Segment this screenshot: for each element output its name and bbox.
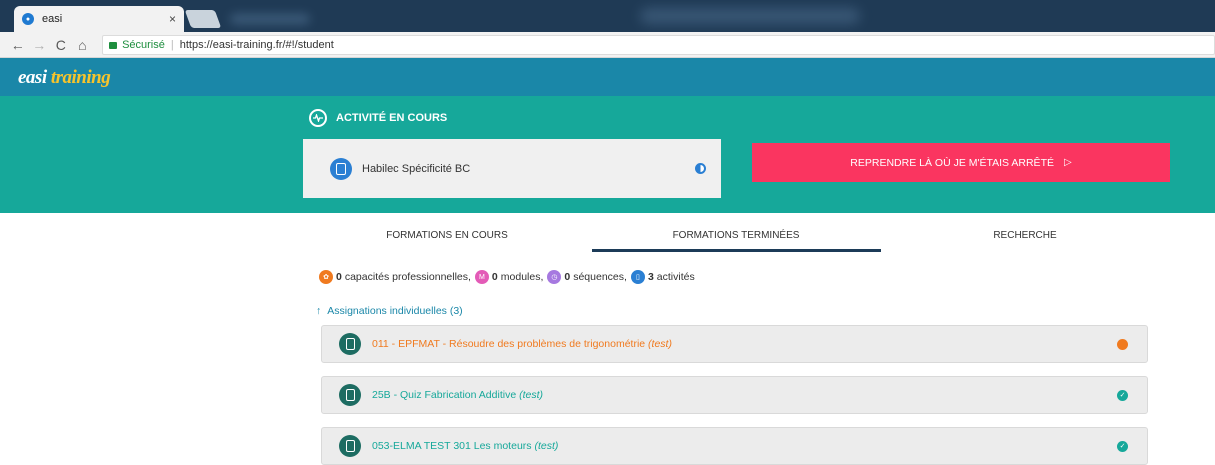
resume-button[interactable]: REPRENDRE LÀ OÙ JE M'ÉTAIS ARRÊTÉ ▷: [752, 143, 1170, 182]
activities-count: 3: [647, 271, 654, 283]
home-icon[interactable]: ⌂: [73, 37, 93, 53]
back-icon[interactable]: ←: [8, 37, 28, 53]
stat-activities: ▯ 3 activités: [630, 270, 695, 284]
lock-icon: [109, 42, 118, 49]
stat-modules: M 0 modules,: [474, 270, 544, 284]
document-icon: [339, 435, 361, 457]
list-item[interactable]: 011 - EPFMAT - Résoudre des problèmes de…: [321, 325, 1148, 363]
assignments-label: Assignations individuelles (3): [327, 305, 463, 317]
resume-label: REPRENDRE LÀ OÙ JE M'ÉTAIS ARRÊTÉ: [850, 156, 1054, 169]
current-activity-name: Habilec Spécificité BC: [362, 162, 471, 175]
list-item-title: 011 - EPFMAT - Résoudre des problèmes de…: [372, 338, 1117, 350]
reload-icon[interactable]: C: [51, 37, 71, 53]
sequence-icon: ◷: [547, 270, 562, 284]
modules-count: 0: [491, 271, 498, 283]
forward-icon[interactable]: →: [30, 37, 50, 53]
url-input[interactable]: Sécurisé | https://easi-training.fr/#!/s…: [102, 34, 1215, 55]
list-item-name: 25B - Quiz Fabrication Additive: [372, 389, 520, 401]
list-item-name: 011 - EPFMAT - Résoudre des problèmes de…: [372, 338, 649, 350]
tab-close-icon[interactable]: ×: [169, 12, 176, 26]
activity-pulse-icon: [309, 109, 327, 127]
sequences-label: séquences,: [573, 271, 627, 283]
document-icon: [339, 333, 361, 355]
list-item-title: 053-ELMA TEST 301 Les moteurs (test): [372, 440, 1117, 452]
list-item-tag: (test): [648, 338, 672, 350]
capacities-count: 0: [336, 271, 342, 283]
activity-icon: ▯: [630, 270, 645, 284]
app-header: easi training: [0, 58, 1215, 96]
modules-label: modules,: [500, 271, 544, 283]
half-progress-icon: [695, 163, 706, 174]
active-tab-indicator: [592, 249, 881, 252]
formation-tabs: FORMATIONS EN COURS FORMATIONS TERMINÉES…: [303, 213, 1170, 253]
tab-formations-en-cours[interactable]: FORMATIONS EN COURS: [303, 230, 591, 241]
address-bar-row: ← → C ⌂ Sécurisé | https://easi-training…: [0, 32, 1215, 58]
tab-recherche[interactable]: RECHERCHE: [881, 230, 1169, 241]
current-activity-banner: ACTIVITÉ EN COURS Habilec Spécificité BC…: [0, 96, 1215, 213]
document-icon: [330, 157, 352, 180]
in-progress-status-icon: [1117, 338, 1128, 350]
list-item[interactable]: 25B - Quiz Fabrication Additive (test) ✓: [321, 376, 1148, 414]
stat-capacities: ✿ 0 capacités professionnelles,: [319, 270, 471, 284]
tab-title: easi: [42, 13, 63, 25]
capacities-label: capacités professionnelles,: [344, 271, 471, 283]
logo-part1: easi: [18, 67, 51, 88]
list-item-tag: (test): [519, 389, 543, 401]
list-item-name: 053-ELMA TEST 301 Les moteurs: [372, 440, 535, 452]
check-icon: ✓: [1117, 389, 1128, 401]
logo[interactable]: easi training: [18, 67, 111, 89]
sequences-count: 0: [564, 271, 571, 283]
tab-formations-terminees[interactable]: FORMATIONS TERMINÉES: [592, 230, 880, 241]
arrow-up-icon: ↑: [316, 305, 322, 317]
url-separator: |: [170, 38, 174, 51]
list-item-tag: (test): [534, 440, 559, 452]
check-icon: ✓: [1117, 440, 1128, 452]
secure-label: Sécurisé: [122, 38, 165, 51]
current-activity-title: ACTIVITÉ EN COURS: [336, 112, 448, 124]
browser-tab[interactable]: ● easi ×: [14, 6, 184, 32]
tabbar-decoration: [230, 14, 310, 24]
url-text: https://easi-training.fr/#!/student: [179, 38, 334, 51]
tabbar-decoration: [640, 8, 860, 24]
play-icon: ▷: [1063, 157, 1072, 168]
capacity-icon: ✿: [319, 270, 333, 284]
current-activity-card[interactable]: Habilec Spécificité BC: [303, 139, 721, 198]
browser-tab-bar: ● easi ×: [0, 0, 1215, 32]
assignments-toggle[interactable]: ↑ Assignations individuelles (3): [316, 305, 463, 317]
logo-part2: training: [50, 67, 111, 88]
new-tab-button[interactable]: [184, 10, 222, 28]
activities-label: activités: [656, 271, 695, 283]
favicon-icon: ●: [22, 13, 34, 25]
list-item[interactable]: 053-ELMA TEST 301 Les moteurs (test) ✓: [321, 427, 1148, 465]
module-icon: M: [474, 270, 489, 284]
stat-sequences: ◷ 0 séquences,: [547, 270, 627, 284]
stats-summary: ✿ 0 capacités professionnelles, M 0 modu…: [319, 270, 699, 284]
list-item-title: 25B - Quiz Fabrication Additive (test): [372, 389, 1117, 401]
current-activity-heading: ACTIVITÉ EN COURS: [309, 109, 447, 127]
document-icon: [339, 384, 361, 406]
